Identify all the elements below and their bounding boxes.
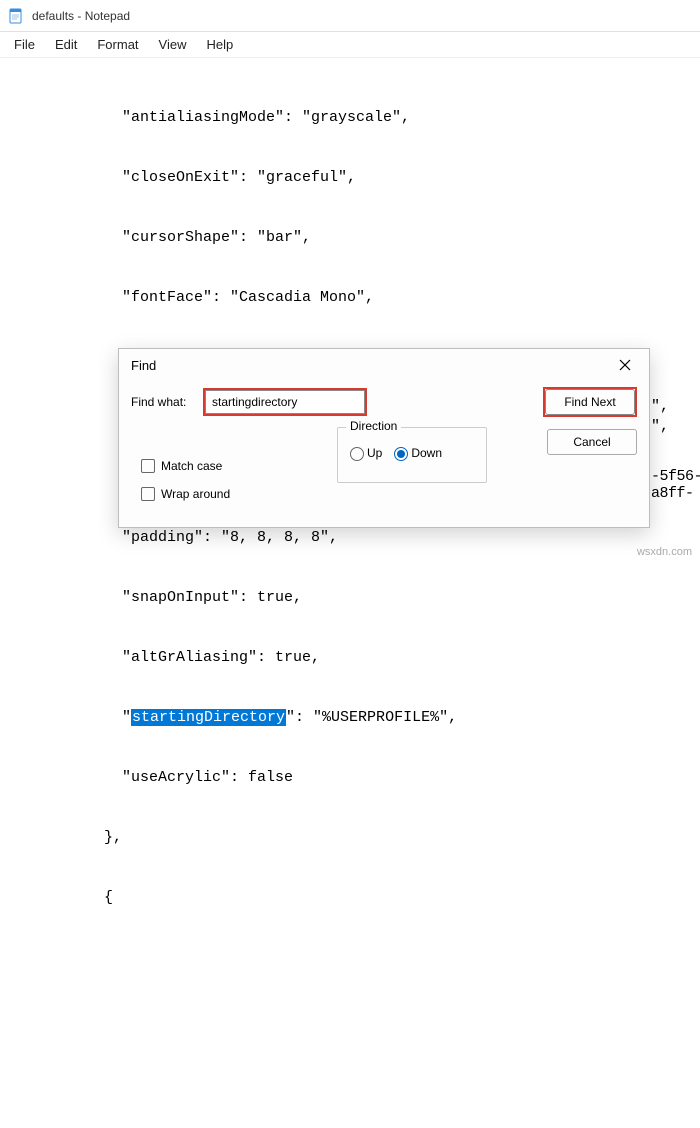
find-next-button[interactable]: Find Next xyxy=(545,389,635,415)
menu-file[interactable]: File xyxy=(4,34,45,55)
find-dialog-body: Find what: Find Next Cancel Direction Up… xyxy=(119,381,649,521)
find-dialog-title: Find xyxy=(131,358,156,373)
code-line: }, xyxy=(12,828,688,848)
find-dialog: Find Find what: Find Next Cancel Directi… xyxy=(118,348,650,528)
find-what-input[interactable] xyxy=(205,390,365,414)
menu-help[interactable]: Help xyxy=(196,34,243,55)
code-peek: ", xyxy=(651,398,669,415)
selection-highlight: startingDirectory xyxy=(131,709,286,726)
checkbox-icon xyxy=(141,459,155,473)
code-line: "fontFace": "Cascadia Mono", xyxy=(12,288,688,308)
direction-down-option[interactable]: Down xyxy=(394,446,442,461)
close-icon xyxy=(619,359,631,371)
watermark: wsxdn.com xyxy=(637,546,692,558)
close-button[interactable] xyxy=(611,351,639,379)
match-case-option[interactable]: Match case xyxy=(141,459,230,473)
menu-view[interactable]: View xyxy=(149,34,197,55)
direction-legend: Direction xyxy=(346,419,401,433)
code-line: "snapOnInput": true, xyxy=(12,588,688,608)
wrap-around-label: Wrap around xyxy=(161,487,230,501)
radio-icon xyxy=(350,447,364,461)
find-input-highlight xyxy=(203,388,367,416)
code-line-highlighted: "startingDirectory": "%USERPROFILE%", xyxy=(12,708,688,728)
radio-icon xyxy=(394,447,408,461)
code-peek: ", xyxy=(651,418,669,435)
match-case-label: Match case xyxy=(161,459,222,473)
direction-group: Direction Up Down xyxy=(337,427,487,483)
find-dialog-titlebar[interactable]: Find xyxy=(119,349,649,381)
cancel-button[interactable]: Cancel xyxy=(547,429,637,455)
code-line: "closeOnExit": "graceful", xyxy=(12,168,688,188)
find-what-label: Find what: xyxy=(131,395,195,409)
code-line: "useAcrylic": false xyxy=(12,768,688,788)
code-line xyxy=(12,1008,688,1028)
code-peek: -5f56-a8ff- xyxy=(651,468,700,502)
window-title: defaults - Notepad xyxy=(32,9,130,23)
wrap-around-option[interactable]: Wrap around xyxy=(141,487,230,501)
code-line: "padding": "8, 8, 8, 8", xyxy=(12,528,688,548)
notepad-icon xyxy=(8,8,24,24)
menu-edit[interactable]: Edit xyxy=(45,34,87,55)
menubar: File Edit Format View Help xyxy=(0,32,700,58)
code-line: "antialiasingMode": "grayscale", xyxy=(12,108,688,128)
checkbox-icon xyxy=(141,487,155,501)
editor-area[interactable]: "antialiasingMode": "grayscale", "closeO… xyxy=(0,58,700,1128)
find-next-highlight: Find Next xyxy=(543,387,637,417)
code-line: "cursorShape": "bar", xyxy=(12,228,688,248)
code-line xyxy=(12,948,688,968)
menu-format[interactable]: Format xyxy=(87,34,148,55)
code-line: "altGrAliasing": true, xyxy=(12,648,688,668)
code-line xyxy=(12,1068,688,1088)
window-titlebar: defaults - Notepad xyxy=(0,0,700,32)
code-line: { xyxy=(12,888,688,908)
direction-up-option[interactable]: Up xyxy=(350,446,382,461)
